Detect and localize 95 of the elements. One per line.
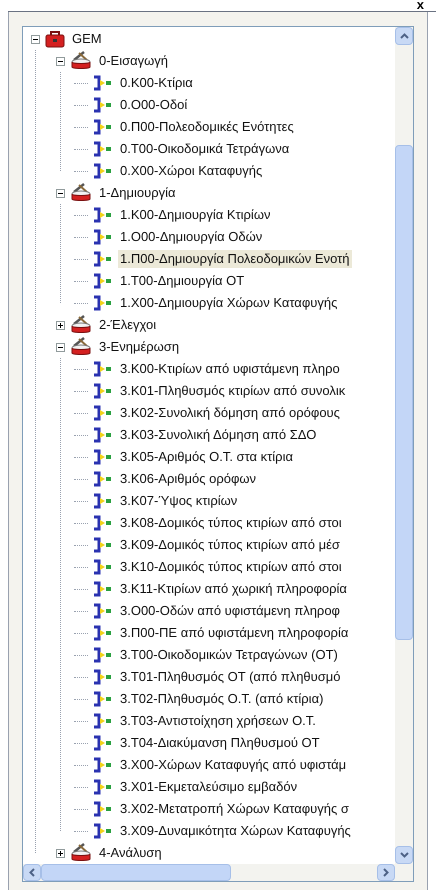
tree-item[interactable]: 1.Π00-Δημιουργία Πολεοδομικών Ενοτή <box>118 250 352 268</box>
connector-icon <box>93 97 113 113</box>
tree-item[interactable]: 3.K09-Δομικός τύπος κτιρίων από μέσ <box>118 536 342 554</box>
connector-icon <box>93 383 113 399</box>
tree-item[interactable]: 3.K05-Αριθμός Ο.Τ. στα κτίρια <box>118 448 295 466</box>
scroll-up-button[interactable] <box>395 27 413 45</box>
chevron-right-icon <box>383 868 389 877</box>
tree-item[interactable]: 3.O00-Οδών από υφιστάμενη πληροφ <box>118 602 342 620</box>
tree-item[interactable]: 3.T02-Πληθυσμός Ο.Τ. (από κτίρια) <box>118 690 326 708</box>
chevron-down-icon <box>400 852 408 858</box>
tree-item[interactable]: 1.O00-Δημιουργία Οδών <box>118 228 264 246</box>
tree-item[interactable]: 0.T00-Οικοδομικά Τετράγωνα <box>118 140 292 158</box>
tree-item[interactable]: 3.K02-Συνολική δόμηση από ορόφους <box>118 404 342 422</box>
connector-icon <box>93 471 113 487</box>
connector-icon <box>93 75 113 91</box>
connector-icon <box>93 559 113 575</box>
expand-icon[interactable] <box>56 320 65 330</box>
collapse-icon[interactable] <box>31 34 40 44</box>
toolbox-icon <box>45 30 65 48</box>
close-button[interactable]: x <box>416 0 424 11</box>
tree-item[interactable]: 1.K00-Δημιουργία Κτιρίων <box>118 206 272 224</box>
chevron-left-icon <box>29 868 35 877</box>
connector-icon <box>93 427 113 443</box>
tree-item[interactable]: 3.K01-Πληθυσμός κτιρίων από συνολικ <box>118 382 348 400</box>
expand-icon[interactable] <box>56 848 65 858</box>
connector-icon <box>93 691 113 707</box>
connector-icon <box>93 163 113 179</box>
tree-item[interactable]: 1.X00-Δημιουργία Χώρων Καταφυγής <box>118 294 340 312</box>
connector-icon <box>93 537 113 553</box>
tree-item[interactable]: 0.Π00-Πολεοδομικές Ενότητες <box>118 118 296 136</box>
connector-icon <box>93 141 113 157</box>
connector-icon <box>93 515 113 531</box>
scroll-thumb[interactable] <box>41 864 231 881</box>
tree-item[interactable]: 3.K07-Ύψος κτιρίων <box>118 492 240 510</box>
chevron-up-icon <box>400 33 408 39</box>
collapse-icon[interactable] <box>56 188 65 198</box>
tree-item[interactable]: 3.K00-Κτιρίων από υφιστάμενη πληρο <box>118 360 342 378</box>
connector-icon <box>93 251 113 267</box>
connector-icon <box>93 273 113 289</box>
tree-item[interactable]: 3.T03-Αντιστοίχηση χρήσεων Ο.Τ. <box>118 712 318 730</box>
connector-icon <box>93 361 113 377</box>
collapse-icon[interactable] <box>56 342 65 352</box>
connector-icon <box>93 207 113 223</box>
scroll-thumb[interactable] <box>395 145 413 640</box>
tree-item[interactable]: 3.T04-Διακύμανση Πληθυσμού ΟΤ <box>118 734 322 752</box>
tree-item[interactable]: 3.X02-Μετατροπή Χώρων Καταφυγής σ <box>118 800 351 818</box>
tree-item[interactable]: 4-Ανάλυση <box>97 844 164 862</box>
connector-icon <box>93 119 113 135</box>
tree-item[interactable]: 3.K06-Αριθμός ορόφων <box>118 470 258 488</box>
tree-item[interactable]: 3.X09-Δυναμικότητα Χώρων Καταφυγής <box>118 822 353 840</box>
connector-icon <box>93 779 113 795</box>
toolbox-icon <box>70 51 92 71</box>
connector-icon <box>93 669 113 685</box>
tree-item[interactable]: 0.X00-Χώροι Καταφυγής <box>118 162 264 180</box>
connector-icon <box>93 735 113 751</box>
connector-icon <box>93 801 113 817</box>
connector-icon <box>93 405 113 421</box>
toolbox-icon <box>70 843 92 863</box>
tree-item[interactable]: 3.Π00-ΠΕ από υφιστάμενη πληροφορία <box>118 624 350 642</box>
tree-item[interactable]: 3.K11-Κτιρίων από χωρική πληροφορία <box>118 580 349 598</box>
connector-icon <box>93 449 113 465</box>
tree-item[interactable]: 1-Δημιουργία <box>97 184 178 202</box>
connector-icon <box>93 295 113 311</box>
tree-item[interactable]: 3.T01-Πληθυσμός ΟΤ (από πληθυσμό <box>118 668 343 686</box>
tree-item[interactable]: 1.T00-Δημιουργία ΟΤ <box>118 272 246 290</box>
collapse-icon[interactable] <box>56 56 65 66</box>
connector-icon <box>93 757 113 773</box>
connector-icon <box>93 229 113 245</box>
tree-item[interactable]: 0.O00-Οδοί <box>118 96 190 114</box>
scroll-down-button[interactable] <box>395 846 413 864</box>
tree-item[interactable]: 3-Ενημέρωση <box>97 338 182 356</box>
tree-item[interactable]: 3.X01-Εκμεταλεύσιμο εμβαδόν <box>118 778 300 796</box>
connector-icon <box>93 647 113 663</box>
scroll-left-button[interactable] <box>23 864 41 881</box>
toolbox-icon <box>70 315 92 335</box>
connector-icon <box>93 625 113 641</box>
connector-icon <box>93 603 113 619</box>
vertical-scrollbar[interactable] <box>395 27 413 864</box>
connector-icon <box>93 493 113 509</box>
connector-icon <box>93 823 113 839</box>
tree-item[interactable]: 0.K00-Κτίρια <box>118 74 195 92</box>
tree-item[interactable]: 3.K08-Δομικός τύπος κτιρίων από στοι <box>118 514 344 532</box>
toolbox-icon <box>70 183 92 203</box>
tree-item[interactable]: GEM <box>70 30 104 48</box>
tree-item[interactable]: 3.X00-Χώρων Καταφυγής από υφιστάμ <box>118 756 348 774</box>
tree-item[interactable]: 0-Εισαγωγή <box>97 52 170 70</box>
connector-icon <box>93 581 113 597</box>
horizontal-scrollbar[interactable] <box>23 864 413 881</box>
tree-item[interactable]: 3.T00-Οικοδομικών Τετραγώνων (ΟΤ) <box>118 646 340 664</box>
tree-item[interactable]: 3.K03-Συνολική Δόμηση από ΣΔΟ <box>118 426 318 444</box>
connector-icon <box>93 713 113 729</box>
tree-item[interactable]: 2-Έλεγχοι <box>97 316 158 334</box>
scroll-right-button[interactable] <box>377 864 395 881</box>
tree-item[interactable]: 3.K10-Δομικός τύπος κτιρίων από στοι <box>118 558 344 576</box>
toolbox-icon <box>70 337 92 357</box>
